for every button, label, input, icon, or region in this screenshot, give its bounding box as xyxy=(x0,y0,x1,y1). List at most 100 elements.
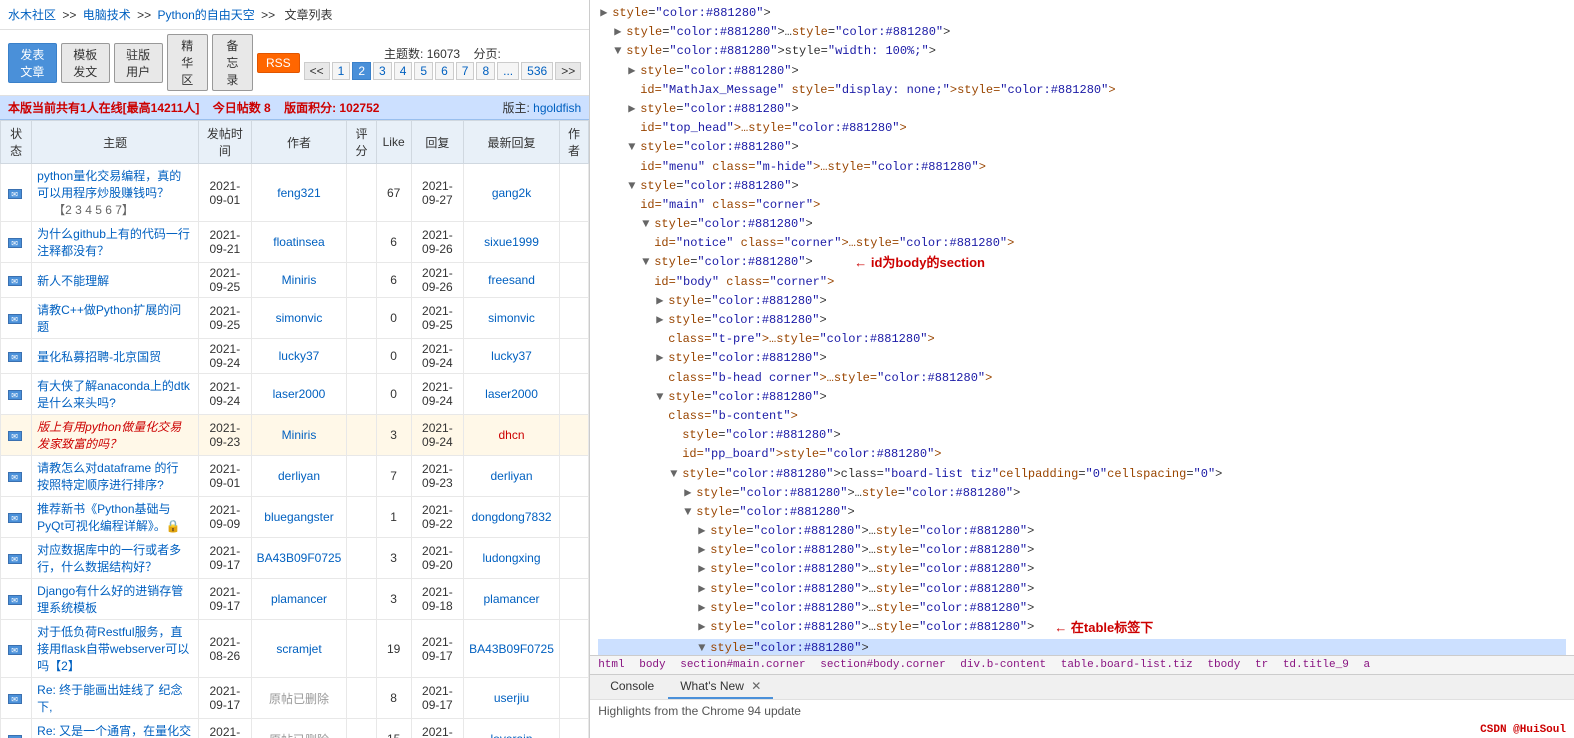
thread-title[interactable]: python量化交易编程，真的可以用程序炒股赚钱吗？【2 3 4 5 6 7】 xyxy=(32,164,199,222)
thread-author[interactable]: plamancer xyxy=(251,579,347,620)
code-tree-line[interactable]: ▶style="color:#881280">…style="color:#88… xyxy=(598,618,1566,639)
thread-author[interactable]: lucky37 xyxy=(251,339,347,374)
rss-button[interactable]: RSS xyxy=(257,53,300,73)
tree-toggle[interactable]: ▶ xyxy=(698,560,710,579)
page-first[interactable]: << xyxy=(304,62,330,80)
breadcrumb-element[interactable]: table.board-list.tiz xyxy=(1061,659,1193,671)
breadcrumb-subsection[interactable]: Python的自由天空 xyxy=(157,8,254,22)
thread-author[interactable]: 原帖已删除 xyxy=(251,719,347,738)
code-tree-line[interactable]: ▶style="color:#881280">…style="color:#88… xyxy=(598,522,1566,541)
page-last[interactable]: >> xyxy=(555,62,581,80)
page-8[interactable]: 8 xyxy=(476,62,495,80)
breadcrumb-element[interactable]: html xyxy=(598,659,624,671)
tree-toggle[interactable]: ▶ xyxy=(600,4,612,23)
thread-title-link[interactable]: 量化私募招聘-北京国贸 xyxy=(37,350,161,364)
tree-toggle[interactable]: ▶ xyxy=(698,618,710,637)
tree-toggle[interactable]: ▶ xyxy=(698,599,710,618)
page-5[interactable]: 5 xyxy=(414,62,433,80)
thread-author[interactable]: floatinsea xyxy=(251,222,347,263)
thread-title-link[interactable]: 新人不能理解 xyxy=(37,274,109,288)
breadcrumb-element[interactable]: tbody xyxy=(1207,659,1240,671)
devtools-code-tree[interactable]: ▶style="color:#881280">▶style="color:#88… xyxy=(590,0,1574,655)
code-tree-line[interactable]: ▶style="color:#881280">class="b-head cor… xyxy=(598,349,1566,387)
tree-toggle[interactable]: ▶ xyxy=(614,23,626,42)
code-tree-line[interactable]: ▶style="color:#881280">…style="color:#88… xyxy=(598,484,1566,503)
thread-author[interactable]: bluegangster xyxy=(251,497,347,538)
code-tree-line[interactable]: ▼style="color:#881280">id="main" class="… xyxy=(598,177,1566,215)
tree-toggle[interactable]: ▶ xyxy=(698,541,710,560)
page-1[interactable]: 1 xyxy=(332,62,351,80)
page-last-num[interactable]: 536 xyxy=(521,62,553,80)
bookmark-button[interactable]: 备忘录 xyxy=(212,34,253,91)
thread-title[interactable]: 对于低负荷Restful服务，直接用flask自带webserver可以吗【2】 xyxy=(32,620,199,678)
tree-toggle[interactable]: ▼ xyxy=(684,503,696,522)
thread-author[interactable]: laser2000 xyxy=(251,374,347,415)
thread-latest-reply-author[interactable]: derliyan xyxy=(464,456,560,497)
tree-toggle[interactable]: ▶ xyxy=(684,484,696,503)
thread-title[interactable]: Django有什么好的进销存管理系统模板 xyxy=(32,579,199,620)
page-6[interactable]: 6 xyxy=(435,62,454,80)
close-whats-new-button[interactable]: ✕ xyxy=(751,679,761,693)
thread-title-link[interactable]: Re: 又是一个通宵，在量化交易的路越来 越清晰【2】 xyxy=(37,724,191,738)
code-tree-line[interactable]: ▼style="color:#881280">id="body" class="… xyxy=(598,253,1566,291)
thread-latest-reply-author[interactable]: sixue1999 xyxy=(464,222,560,263)
thread-title-link[interactable]: Re: 终于能画出娃线了 纪念下, xyxy=(37,683,182,714)
thread-author[interactable]: simonvic xyxy=(251,298,347,339)
moderator-link[interactable]: hgoldfish xyxy=(533,101,581,115)
page-2[interactable]: 2 xyxy=(352,62,371,80)
template-post-button[interactable]: 模板发文 xyxy=(61,43,110,83)
thread-title[interactable]: 量化私募招聘-北京国贸 xyxy=(32,339,199,374)
thread-latest-reply-author[interactable]: laser2000 xyxy=(464,374,560,415)
code-tree-line[interactable]: ▶style="color:#881280">class="t-pre">…st… xyxy=(598,311,1566,349)
code-tree-line[interactable]: ▶style="color:#881280">type</span>=<span… xyxy=(598,292,1566,311)
post-article-button[interactable]: 发表文章 xyxy=(8,43,57,83)
thread-title[interactable]: 版上有用python做量化交易发家致富的吗？ xyxy=(32,415,199,456)
elite-button[interactable]: 精华区 xyxy=(167,34,208,91)
thread-title-link[interactable]: 请教怎么对dataframe 的行 按照特定顺序进行排序? xyxy=(37,461,178,492)
thread-latest-reply-author[interactable]: dongdong7832 xyxy=(464,497,560,538)
thread-title[interactable]: 对应数据库中的一行或者多行，什么数据结构好？ xyxy=(32,538,199,579)
tree-toggle[interactable]: ▼ xyxy=(628,138,640,157)
thread-title[interactable]: 推荐新书《Python基础与PyQt可视化编程详解》。🔒 xyxy=(32,497,199,538)
thread-latest-reply-author[interactable]: simonvic xyxy=(464,298,560,339)
code-tree-line[interactable]: ▶style="color:#881280">id="MathJax_Messa… xyxy=(598,62,1566,100)
code-tree-line[interactable]: ▶style="color:#881280">…style="color:#88… xyxy=(598,23,1566,42)
breadcrumb-element[interactable]: section#body.corner xyxy=(820,659,945,671)
code-tree-line[interactable]: ▼style="color:#881280">style="width: 100… xyxy=(598,42,1566,61)
tree-toggle[interactable]: ▶ xyxy=(628,100,640,119)
tree-toggle[interactable]: ▼ xyxy=(656,388,668,407)
breadcrumb-element[interactable]: body xyxy=(639,659,665,671)
thread-author[interactable]: BA43B09F0725 xyxy=(251,538,347,579)
code-tree-line[interactable]: ▶style="color:#881280"> xyxy=(598,4,1566,23)
thread-title-link[interactable]: 对于低负荷Restful服务，直接用flask自带webserver可以吗【2】 xyxy=(37,625,189,673)
code-tree-line[interactable]: ▼style="color:#881280">id="menu" class="… xyxy=(598,138,1566,176)
thread-latest-reply-author[interactable]: userjiu xyxy=(464,678,560,719)
thread-author[interactable]: Miniris xyxy=(251,415,347,456)
thread-author[interactable]: 原帖已删除 xyxy=(251,678,347,719)
code-tree-line[interactable]: ▼style="color:#881280">class="b-content"… xyxy=(598,388,1566,426)
tree-toggle[interactable]: ▼ xyxy=(614,42,626,61)
thread-title[interactable]: 请教C++做Python扩展的问题 xyxy=(32,298,199,339)
thread-latest-reply-author[interactable]: plamancer xyxy=(464,579,560,620)
thread-latest-reply-author[interactable]: BA43B09F0725 xyxy=(464,620,560,678)
tab-whats-new[interactable]: What's New ✕ xyxy=(668,675,773,699)
thread-title-link[interactable]: 版上有用python做量化交易发家致富的吗？ xyxy=(37,420,181,451)
thread-latest-reply-author[interactable]: lucky37 xyxy=(464,339,560,374)
code-tree-line[interactable]: ▼style="color:#881280">class="board-list… xyxy=(598,465,1566,484)
thread-author[interactable]: feng321 xyxy=(251,164,347,222)
tree-toggle[interactable]: ▶ xyxy=(656,292,668,311)
page-4[interactable]: 4 xyxy=(394,62,413,80)
tree-toggle[interactable]: ▶ xyxy=(656,349,668,368)
breadcrumb-element[interactable]: td.title_9 xyxy=(1283,659,1349,671)
thread-title[interactable]: 新人不能理解 xyxy=(32,263,199,298)
code-tree-line[interactable]: style="color:#881280">id="pp_board">styl… xyxy=(598,426,1566,464)
thread-latest-reply-author[interactable]: ludongxing xyxy=(464,538,560,579)
thread-title[interactable]: 为什么github上有的代码一行注释都没有？ xyxy=(32,222,199,263)
thread-latest-reply-author[interactable]: dhcn xyxy=(464,415,560,456)
code-tree-line[interactable]: ▶style="color:#881280">…style="color:#88… xyxy=(598,541,1566,560)
thread-author[interactable]: scramjet xyxy=(251,620,347,678)
thread-latest-reply-author[interactable]: loverain xyxy=(464,719,560,738)
thread-title-link[interactable]: python量化交易编程，真的可以用程序炒股赚钱吗？ xyxy=(37,169,181,200)
code-tree-line[interactable]: ▶style="color:#881280">…style="color:#88… xyxy=(598,580,1566,599)
resident-user-button[interactable]: 驻版用户 xyxy=(114,43,163,83)
